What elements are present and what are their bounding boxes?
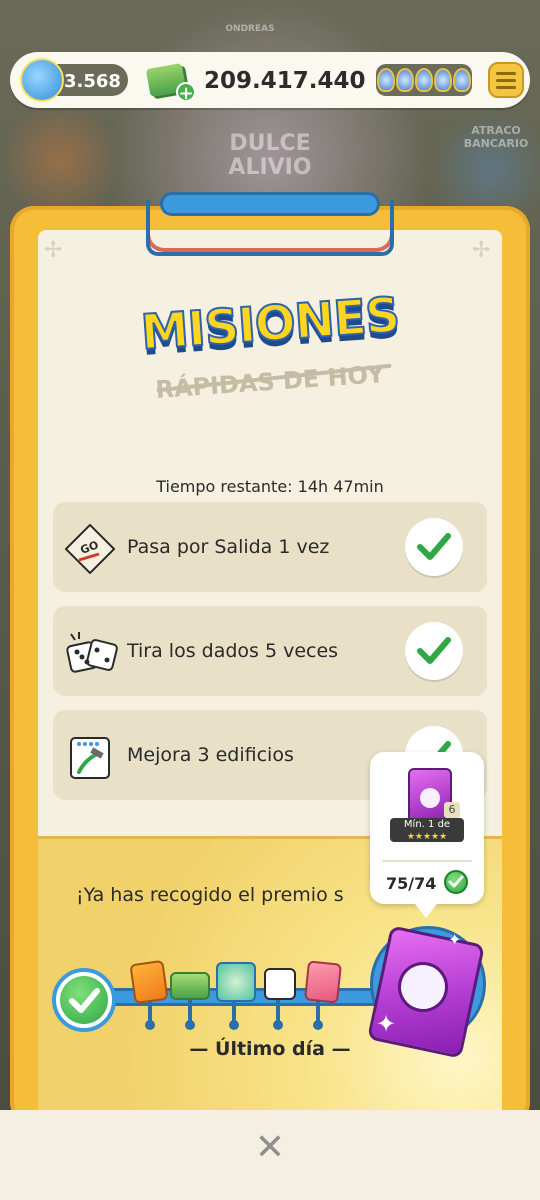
shield-icon: [453, 68, 471, 92]
menu-bar-icon: [496, 71, 516, 75]
star-rating-icon: ★★★★★: [406, 832, 448, 842]
collected-message: ¡Ya has recogido el premio s: [76, 884, 344, 906]
dice-icon: [65, 628, 118, 678]
track-dot: [145, 1020, 155, 1030]
corner-decoration-icon: ✢: [44, 238, 63, 263]
divider: [382, 860, 472, 862]
sticker-pack-orange-icon: [129, 959, 169, 1005]
pack-sticker-count: 6: [444, 802, 460, 818]
pack-logo-icon: [420, 788, 440, 808]
go-tile-icon: GO: [64, 523, 116, 575]
check-badge-icon: [444, 870, 468, 894]
mission-item: GO Pasa por Salida 1 vez: [53, 502, 487, 592]
track-dot: [273, 1020, 283, 1030]
menu-bar-icon: [496, 78, 516, 82]
sparkle-icon: ✦: [376, 1010, 397, 1038]
board-label-dulce-alivio: DULCE ALIVIO: [228, 131, 312, 180]
mission-label: Mejora 3 edificios: [127, 744, 294, 766]
level-value: 3.568: [64, 71, 121, 92]
mission-complete-check: [405, 518, 463, 576]
dice-reward-icon: [264, 968, 296, 1000]
time-remaining: Tiempo restante: 14h 47min: [156, 477, 384, 496]
character-token-icon: [216, 962, 256, 1002]
shields-indicator[interactable]: [376, 64, 472, 96]
close-button[interactable]: ✕: [252, 1128, 288, 1168]
mission-complete-check: [405, 622, 463, 680]
reward-tooltip: 6 Mín. 1 de ★★★★★ 75/74: [370, 752, 484, 904]
min-stars-label: Mín. 1 de: [403, 819, 451, 830]
menu-bar-icon: [496, 85, 516, 89]
mission-label: Tira los dados 5 veces: [127, 640, 339, 662]
status-bar: 3.568 + 209.417.440: [10, 52, 530, 108]
track-dot: [229, 1020, 239, 1030]
mission-label: Pasa por Salida 1 vez: [127, 536, 330, 558]
tooltip-arrow: [412, 900, 440, 918]
sparkle-icon: ✦: [448, 930, 462, 949]
last-day-label: — Último día —: [189, 1038, 351, 1060]
level-star-icon: [20, 58, 64, 102]
shield-icon: [396, 68, 414, 92]
clip-top: [160, 192, 380, 216]
mission-item: Tira los dados 5 veces: [53, 606, 487, 696]
shield-icon: [434, 68, 452, 92]
board-label-atraco: ATRACO BANCARIO: [463, 124, 529, 150]
check-icon: [417, 533, 451, 560]
milestone-start-complete: [52, 968, 116, 1032]
check-badge-icon: [60, 976, 108, 1024]
check-icon: [417, 637, 451, 664]
track-dot: [313, 1020, 323, 1030]
hammer-icon: [65, 732, 115, 782]
sticker-pack-pink-icon: [304, 960, 342, 1004]
board-label-top: ONDREAS: [225, 24, 275, 34]
add-cash-button[interactable]: +: [176, 82, 196, 104]
corner-decoration-icon: ✢: [472, 238, 491, 263]
shield-icon: [415, 68, 433, 92]
cash-amount: 209.417.440: [204, 68, 366, 94]
min-stars-badge: Mín. 1 de ★★★★★: [390, 818, 464, 842]
shield-icon: [377, 68, 395, 92]
progress-count: 75/74: [386, 874, 437, 893]
menu-button[interactable]: [488, 62, 524, 98]
cash-reward-icon: [170, 972, 210, 1000]
track-dot: [185, 1020, 195, 1030]
